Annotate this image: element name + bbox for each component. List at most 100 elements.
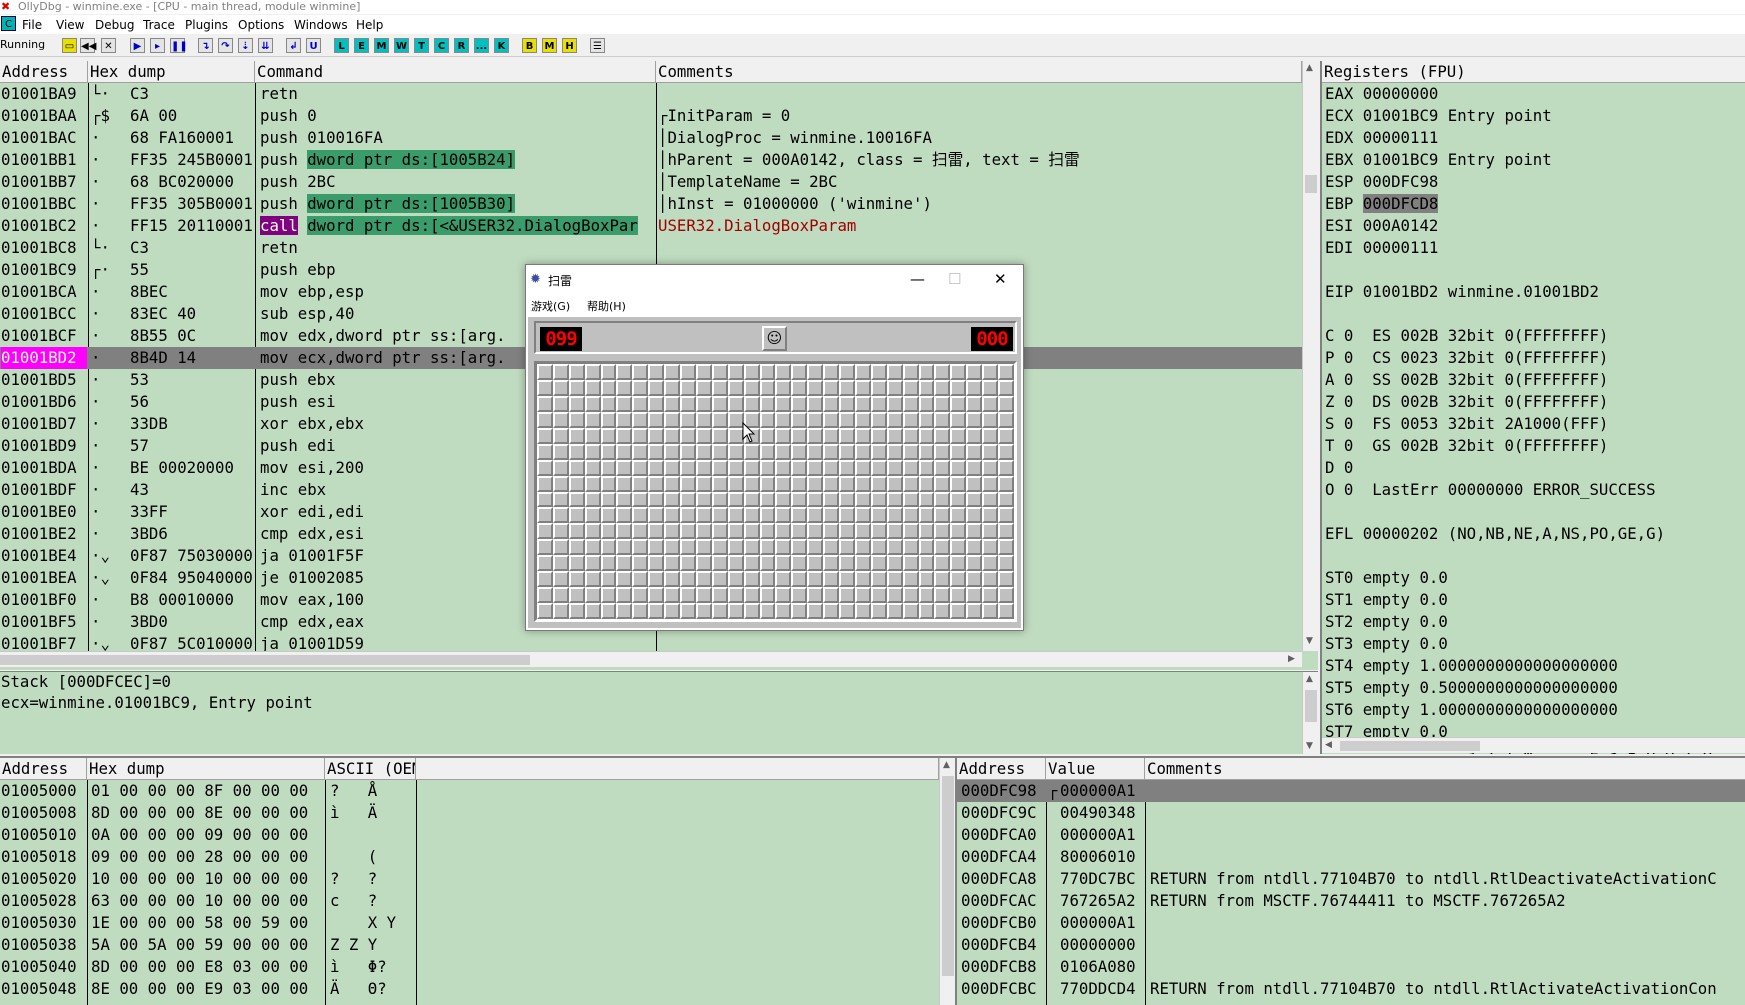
mine-cell[interactable] [791, 379, 808, 396]
disasm-row[interactable]: 01001BC2 · FF15 20110001 call dword ptr ds:… [0, 215, 1302, 237]
mine-cell[interactable] [870, 603, 887, 619]
mine-cell[interactable] [648, 523, 665, 540]
disasm-address[interactable]: 01001BCA [1, 281, 87, 303]
mine-cell[interactable] [743, 587, 760, 604]
mine-cell[interactable] [982, 603, 999, 619]
mine-cell[interactable] [775, 395, 792, 412]
mine-cell[interactable] [584, 523, 601, 540]
mine-cell[interactable] [600, 411, 617, 428]
mine-cell[interactable] [616, 443, 633, 460]
mine-cell[interactable] [982, 411, 999, 428]
cpu-window-button[interactable]: C [434, 38, 449, 53]
mine-cell[interactable] [632, 507, 649, 524]
mine-cell[interactable] [584, 459, 601, 476]
mine-cell[interactable] [759, 571, 776, 588]
mine-cell[interactable] [886, 507, 903, 524]
mine-cell[interactable] [711, 459, 728, 476]
mine-cell[interactable] [727, 364, 744, 380]
mine-cell[interactable] [537, 395, 553, 412]
mine-cell[interactable] [759, 395, 776, 412]
mine-cell[interactable] [648, 364, 665, 380]
mine-cell[interactable] [600, 459, 617, 476]
stack-address[interactable]: 000DFCA0 [961, 824, 1045, 846]
mine-cell[interactable] [552, 491, 569, 508]
mine-cell[interactable] [568, 571, 585, 588]
mine-cell[interactable] [854, 364, 871, 380]
mine-cell[interactable] [902, 411, 919, 428]
disasm-address[interactable]: 01001BC9 [1, 259, 87, 281]
mine-cell[interactable] [695, 555, 712, 572]
mine-cell[interactable] [839, 395, 855, 412]
menu-view[interactable]: View [56, 18, 84, 32]
mine-cell[interactable] [966, 443, 983, 460]
close-icon[interactable]: ✕ [101, 38, 116, 53]
mine-cell[interactable] [934, 459, 951, 476]
mine-cell[interactable] [886, 459, 903, 476]
mine-cell[interactable] [902, 523, 919, 540]
mine-cell[interactable] [537, 427, 553, 444]
mine-cell[interactable] [966, 555, 983, 572]
mine-cell[interactable] [902, 443, 919, 460]
mine-cell[interactable] [982, 555, 999, 572]
mine-cell[interactable] [695, 379, 712, 396]
mine-cell[interactable] [568, 587, 585, 604]
smiley-face-button[interactable]: ☺ [762, 326, 787, 351]
run-icon[interactable]: ▶ [130, 38, 145, 53]
mine-cell[interactable] [918, 364, 935, 380]
mine-cell[interactable] [711, 443, 728, 460]
disasm-row[interactable]: 01001BAC · 68 FA160001 push 010016FA │Dialog… [0, 127, 1302, 149]
mine-cell[interactable] [616, 603, 633, 619]
mine-cell[interactable] [664, 507, 681, 524]
dump-address[interactable]: 01005030 [1, 912, 86, 934]
mine-cell[interactable] [918, 507, 935, 524]
mine-cell[interactable] [807, 395, 824, 412]
mine-cell[interactable] [711, 507, 728, 524]
mine-cell[interactable] [966, 491, 983, 508]
mine-cell[interactable] [743, 491, 760, 508]
mine-cell[interactable] [966, 571, 983, 588]
mine-cell[interactable] [552, 571, 569, 588]
dump-address[interactable]: 01005010 [1, 824, 86, 846]
mine-cell[interactable] [537, 443, 553, 460]
mine-cell[interactable] [839, 459, 855, 476]
mine-cell[interactable] [950, 475, 967, 492]
disasm-address[interactable]: 01001BBC [1, 193, 87, 215]
mine-cell[interactable] [616, 364, 633, 380]
mine-cell[interactable] [998, 379, 1014, 396]
mine-cell[interactable] [934, 427, 951, 444]
mine-cell[interactable] [854, 379, 871, 396]
mine-cell[interactable] [870, 459, 887, 476]
mine-cell[interactable] [807, 475, 824, 492]
mine-cell[interactable] [552, 364, 569, 380]
mine-cell[interactable] [727, 587, 744, 604]
mine-cell[interactable] [552, 523, 569, 540]
mine-cell[interactable] [902, 459, 919, 476]
mine-cell[interactable] [791, 427, 808, 444]
mine-cell[interactable] [632, 539, 649, 556]
mine-cell[interactable] [743, 443, 760, 460]
mine-cell[interactable] [791, 571, 808, 588]
stack-address[interactable]: 000DFC98 [961, 780, 1045, 802]
stack-row[interactable]: 000DFCAC 767265A2 RETURN from MSCTF.767444… [957, 890, 1745, 912]
mine-cell[interactable] [950, 555, 967, 572]
disasm-address[interactable]: 01001BA9 [1, 83, 87, 105]
mine-cell[interactable] [998, 364, 1014, 380]
mine-cell[interactable] [695, 587, 712, 604]
breakpoints-window-button[interactable]: B [522, 38, 537, 53]
mine-cell[interactable] [743, 475, 760, 492]
mine-cell[interactable] [839, 475, 855, 492]
mine-cell[interactable] [998, 475, 1014, 492]
dump-header-hex[interactable]: Hex dump [87, 758, 325, 780]
dump-address[interactable]: 01005040 [1, 956, 86, 978]
menu-plugins[interactable]: Plugins [185, 18, 228, 32]
mine-cell[interactable] [568, 443, 585, 460]
mine-cell[interactable] [584, 603, 601, 619]
mine-cell[interactable] [934, 539, 951, 556]
mine-cell[interactable] [584, 555, 601, 572]
mine-cell[interactable] [854, 475, 871, 492]
stack-address[interactable]: 000DFCBC [961, 978, 1045, 1000]
mine-cell[interactable] [632, 491, 649, 508]
mine-cell[interactable] [600, 587, 617, 604]
mine-cell[interactable] [839, 364, 855, 380]
menu-help[interactable]: Help [356, 18, 383, 32]
